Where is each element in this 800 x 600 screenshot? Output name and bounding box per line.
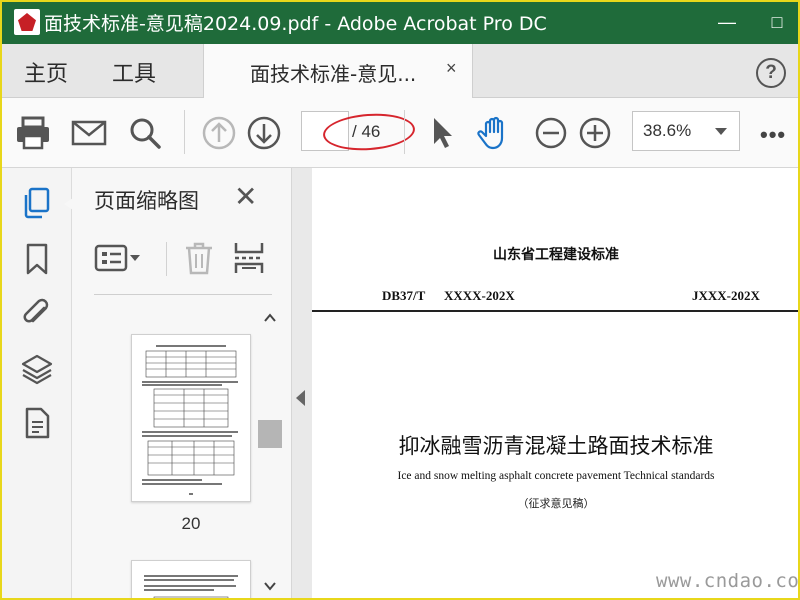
attachment-icon[interactable] bbox=[20, 296, 54, 330]
page-thumbnails-icon[interactable] bbox=[20, 186, 54, 220]
collapse-panel-icon[interactable] bbox=[296, 390, 305, 406]
tab-tools[interactable]: 工具 bbox=[112, 56, 156, 88]
minimize-icon: — bbox=[718, 11, 736, 32]
zoom-out-icon[interactable] bbox=[532, 114, 570, 152]
scroll-down-icon[interactable] bbox=[262, 578, 278, 594]
thumbnail-options-icon[interactable] bbox=[94, 242, 144, 274]
document-title-english: Ice and snow melting asphalt concrete pa… bbox=[397, 470, 715, 482]
maximize-icon: □ bbox=[771, 11, 783, 32]
maximize-button[interactable]: □ bbox=[754, 0, 800, 44]
draft-label: （征求意见稿） bbox=[517, 497, 595, 510]
acrobat-app-icon bbox=[14, 9, 40, 35]
document-organization: 山东省工程建设标准 bbox=[493, 247, 619, 263]
extract-pages-icon[interactable] bbox=[232, 240, 266, 276]
thumbnail-list: 20 bbox=[72, 298, 262, 600]
page-thumbnail[interactable] bbox=[131, 560, 251, 600]
panel-title: 页面缩略图 bbox=[94, 189, 199, 213]
more-options-icon[interactable]: ••• bbox=[760, 122, 786, 148]
window-title: 面技术标准-意见稿2024.09.pdf - Adobe Acrobat Pro… bbox=[44, 12, 547, 35]
document-viewer[interactable]: 山东省工程建设标准 DB37/T XXXX-202X JXXX-202X 抑冰融… bbox=[292, 168, 800, 600]
hand-tool-icon[interactable] bbox=[476, 114, 514, 152]
close-tab-icon[interactable]: × bbox=[446, 58, 457, 79]
document-properties-icon[interactable] bbox=[20, 406, 54, 440]
scroll-up-icon[interactable] bbox=[262, 310, 278, 326]
document-page: 山东省工程建设标准 DB37/T XXXX-202X JXXX-202X 抑冰融… bbox=[312, 168, 800, 600]
email-icon[interactable] bbox=[70, 114, 108, 152]
zoom-level-select[interactable]: 38.6% bbox=[632, 111, 740, 151]
page-thumbnails-panel: 页面缩略图 ✕ 20 bbox=[72, 168, 292, 600]
previous-page-icon[interactable] bbox=[200, 114, 238, 152]
page-thumbnail-preview bbox=[144, 575, 238, 600]
standard-code-right: JXXX-202X bbox=[692, 288, 760, 303]
document-tab-label: 面技术标准-意见... bbox=[250, 62, 417, 86]
next-page-icon[interactable] bbox=[245, 114, 283, 152]
zoom-level-value: 38.6% bbox=[643, 121, 692, 140]
page-thumbnail-preview bbox=[142, 345, 238, 495]
panel-divider bbox=[94, 294, 272, 295]
tab-home[interactable]: 主页 bbox=[24, 56, 68, 88]
scrollbar-thumb[interactable] bbox=[258, 420, 282, 448]
zoom-in-icon[interactable] bbox=[576, 114, 614, 152]
tab-bar: 主页 工具 面技术标准-意见... × ? bbox=[0, 44, 800, 99]
help-icon[interactable]: ? bbox=[756, 58, 786, 88]
thumbnail-scrollbar[interactable] bbox=[258, 298, 282, 600]
tab-document[interactable]: 面技术标准-意见... × bbox=[203, 44, 473, 99]
toolbar-divider bbox=[404, 110, 405, 154]
delete-page-icon[interactable] bbox=[182, 240, 216, 276]
select-cursor-icon[interactable] bbox=[424, 114, 462, 152]
toolbar: / 46 38.6% ••• bbox=[0, 98, 800, 168]
standard-code: XXXX-202X bbox=[444, 288, 515, 303]
standard-prefix: DB37/T bbox=[382, 288, 426, 303]
page-thumbnail[interactable] bbox=[131, 334, 251, 502]
document-title: 抑冰融雪沥青混凝土路面技术标准 bbox=[398, 434, 714, 458]
panel-divider bbox=[166, 242, 167, 276]
chevron-down-icon bbox=[715, 128, 727, 135]
minimize-button[interactable]: — bbox=[704, 0, 750, 44]
print-icon[interactable] bbox=[14, 114, 52, 152]
bookmark-icon[interactable] bbox=[20, 242, 54, 276]
site-watermark: www.cndao.com bbox=[656, 570, 800, 592]
close-panel-icon[interactable]: ✕ bbox=[234, 180, 257, 213]
thumbnail-page-number: 20 bbox=[181, 514, 201, 533]
header-rule bbox=[312, 310, 800, 312]
layers-icon[interactable] bbox=[20, 352, 54, 386]
search-icon[interactable] bbox=[126, 114, 164, 152]
title-bar: 面技术标准-意见稿2024.09.pdf - Adobe Acrobat Pro… bbox=[0, 0, 800, 44]
toolbar-divider bbox=[184, 110, 185, 154]
left-rail bbox=[0, 168, 72, 600]
